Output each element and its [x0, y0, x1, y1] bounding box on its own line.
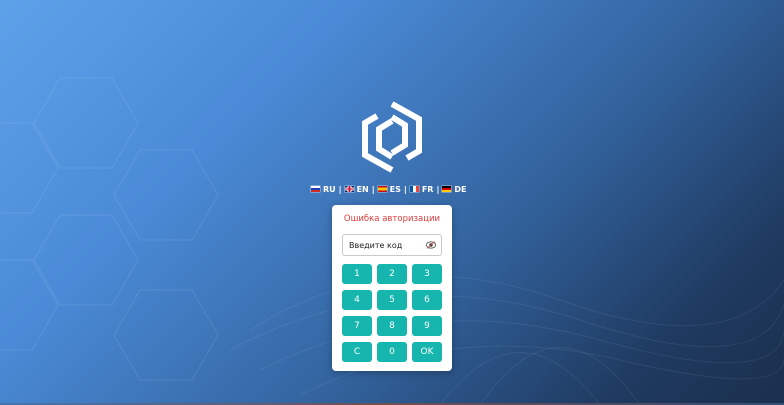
language-separator: |: [436, 184, 440, 194]
uk-flag-icon: [344, 186, 354, 192]
language-option-fr[interactable]: FR: [409, 184, 434, 194]
key-3-button[interactable]: 3: [412, 264, 442, 284]
language-option-en[interactable]: EN: [344, 184, 369, 194]
language-option-es[interactable]: ES: [377, 184, 401, 194]
language-option-de[interactable]: DE: [442, 185, 466, 194]
key-1-button[interactable]: 1: [342, 264, 372, 284]
key-6-button[interactable]: 6: [412, 290, 442, 310]
spain-flag-icon: [377, 186, 387, 192]
language-code-es: ES: [389, 184, 401, 194]
code-input[interactable]: [343, 235, 431, 255]
language-selector: RU | EN | ES | FR | DE: [311, 183, 466, 195]
language-separator: |: [338, 184, 342, 194]
language-code-fr: FR: [421, 184, 434, 194]
key-4-button[interactable]: 4: [342, 290, 372, 310]
language-code-de: DE: [454, 184, 467, 194]
clear-button[interactable]: C: [342, 342, 372, 362]
france-flag-icon: [409, 186, 419, 192]
language-code-en: EN: [356, 184, 369, 194]
language-code-ru: RU: [323, 184, 336, 194]
key-5-button[interactable]: 5: [377, 290, 407, 310]
code-input-container: [342, 234, 442, 256]
key-7-button[interactable]: 7: [342, 316, 372, 336]
login-panel: Ошибка авторизации 1 2 3 4 5 6 7 8 9 C 0…: [332, 205, 452, 371]
key-2-button[interactable]: 2: [377, 264, 407, 284]
numeric-keypad: 1 2 3 4 5 6 7 8 9 C 0 OK: [342, 264, 442, 362]
russia-flag-icon: [311, 186, 320, 192]
key-9-button[interactable]: 9: [412, 316, 442, 336]
hexagon-logo-icon: [362, 101, 422, 173]
language-separator: |: [371, 184, 375, 194]
eye-icon[interactable]: [426, 241, 436, 249]
language-option-ru[interactable]: RU: [311, 185, 336, 194]
key-0-button[interactable]: 0: [377, 342, 407, 362]
language-separator: |: [403, 184, 407, 194]
auth-error-message: Ошибка авторизации: [343, 214, 441, 224]
key-8-button[interactable]: 8: [377, 316, 407, 336]
ok-button[interactable]: OK: [412, 342, 442, 362]
germany-flag-icon: [442, 186, 452, 192]
